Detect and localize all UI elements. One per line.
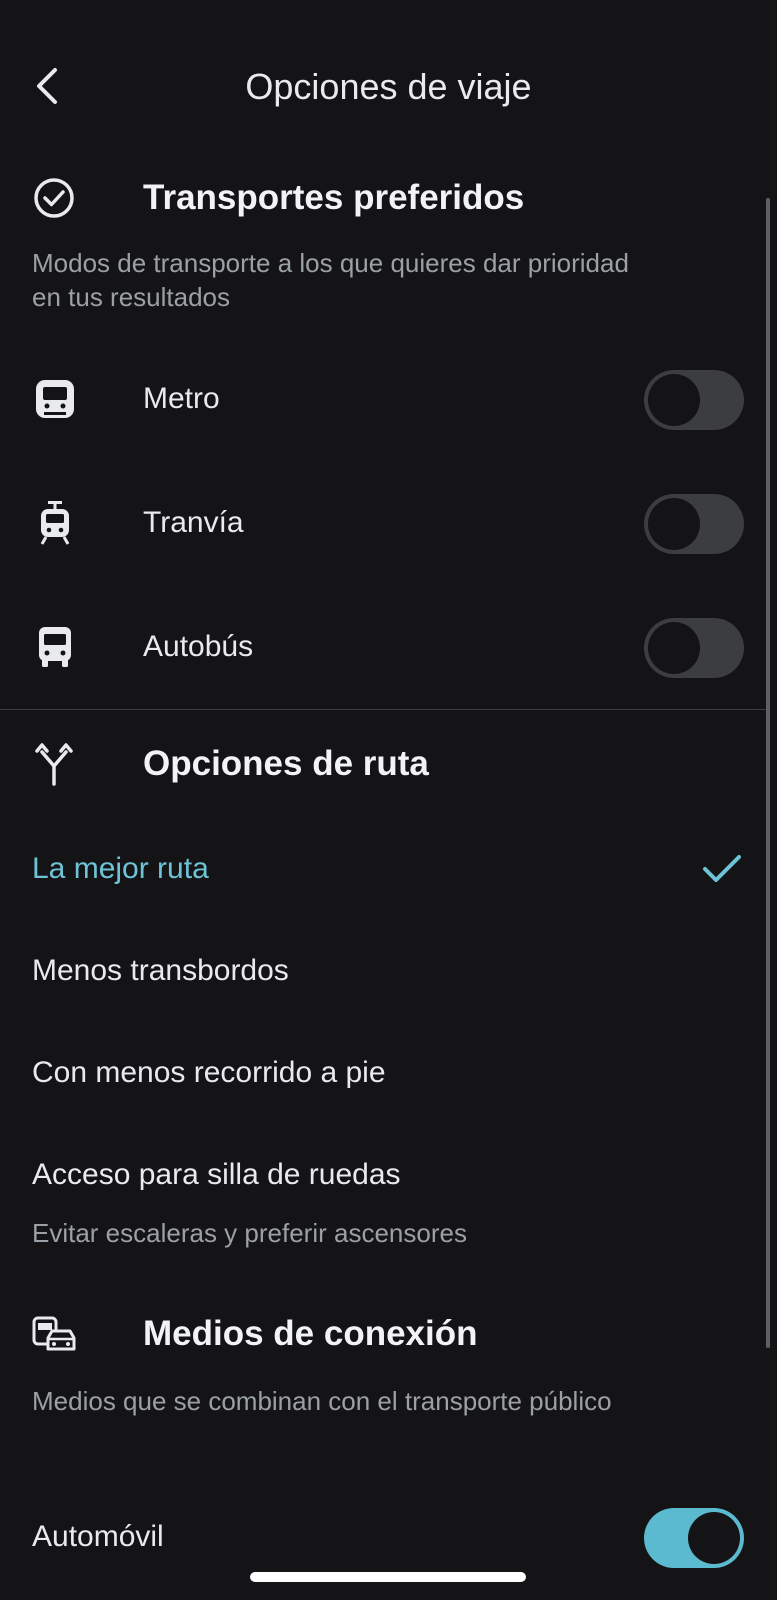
check-circle-icon: [32, 176, 76, 220]
toggle-knob: [648, 374, 700, 426]
car-transit-icon: [32, 1312, 76, 1356]
route-option-best[interactable]: La mejor ruta: [0, 830, 760, 910]
toggle-knob: [648, 622, 700, 674]
car-toggle[interactable]: [644, 1508, 744, 1568]
connection-modes-description: Medios que se combinan con el transporte…: [32, 1386, 612, 1416]
metro-toggle[interactable]: [644, 370, 744, 430]
tram-toggle[interactable]: [644, 494, 744, 554]
app-header: Opciones de viaje: [0, 48, 777, 128]
section-divider: [0, 709, 766, 710]
route-option-label: Menos transbordos: [32, 954, 289, 987]
home-indicator[interactable]: [250, 1572, 526, 1582]
route-option-label: Con menos recorrido a pie: [32, 1056, 386, 1089]
route-option-wheelchair[interactable]: Acceso para silla de ruedas Evitar escal…: [0, 1136, 760, 1248]
transport-label: Tranvía: [143, 506, 244, 539]
transport-row-tram[interactable]: Tranvía: [0, 472, 760, 572]
page-title: Opciones de viaje: [245, 66, 532, 107]
checkmark-icon: [700, 846, 744, 890]
bus-icon: [32, 624, 78, 670]
route-option-less-walking[interactable]: Con menos recorrido a pie: [0, 1034, 760, 1114]
preferred-transport-description: Modos de transporte a los que quieres da…: [32, 248, 629, 312]
bus-toggle[interactable]: [644, 618, 744, 678]
route-option-sublabel: Evitar escaleras y preferir ascensores: [32, 1218, 467, 1248]
transport-row-metro[interactable]: Metro: [0, 348, 760, 448]
connection-modes-title: Medios de conexión: [143, 1314, 478, 1353]
preferred-transport-title: Transportes preferidos: [143, 178, 525, 217]
subway-icon: [32, 376, 78, 422]
connection-modes-header: Medios de conexión: [0, 1304, 760, 1364]
route-option-fewer-transfers[interactable]: Menos transbordos: [0, 932, 760, 1012]
transport-label: Metro: [143, 382, 220, 415]
toggle-knob: [688, 1512, 740, 1564]
toggle-knob: [648, 498, 700, 550]
preferred-transport-header: Transportes preferidos: [0, 168, 760, 228]
connection-label: Automóvil: [32, 1520, 164, 1553]
route-option-label: Acceso para silla de ruedas: [32, 1158, 401, 1191]
scrollbar[interactable]: [766, 198, 770, 1348]
route-option-label: La mejor ruta: [32, 852, 209, 885]
tram-icon: [32, 500, 78, 546]
transport-row-bus[interactable]: Autobús: [0, 596, 760, 696]
route-options-title: Opciones de ruta: [143, 744, 429, 783]
connection-row-car[interactable]: Automóvil: [0, 1486, 760, 1586]
fork-arrows-icon: [32, 742, 76, 786]
route-options-header: Opciones de ruta: [0, 734, 760, 794]
transport-label: Autobús: [143, 630, 254, 663]
travel-options-screen: Opciones de viaje Transportes preferidos…: [0, 0, 777, 1600]
